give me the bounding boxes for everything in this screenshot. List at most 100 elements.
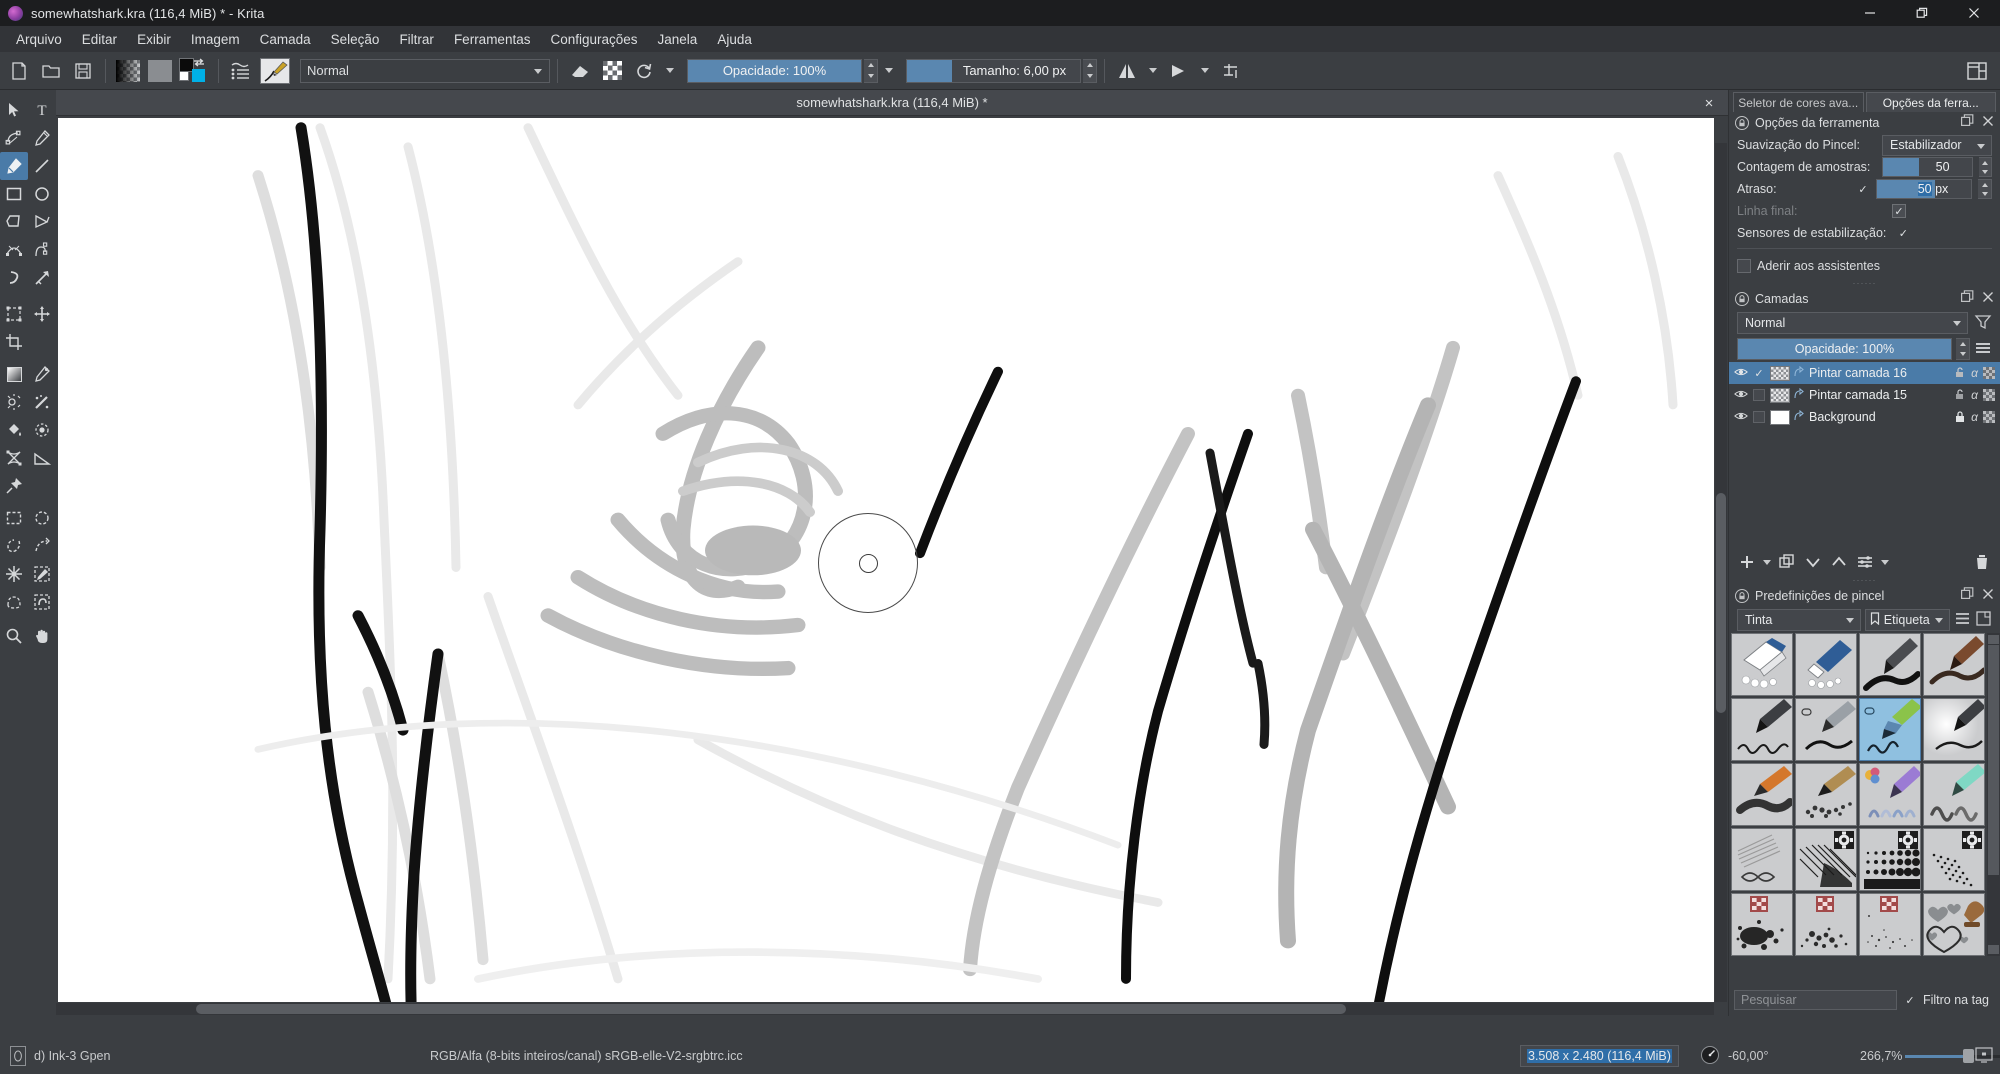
smart-patch-tool[interactable] <box>28 388 56 416</box>
layer-checkbox[interactable] <box>1753 389 1765 401</box>
finish-line-checkbox[interactable]: ✓ <box>1892 204 1906 218</box>
layer-checkbox[interactable] <box>1753 411 1765 423</box>
rectangular-select-tool[interactable] <box>0 504 28 532</box>
gradient-swatch[interactable] <box>113 56 143 86</box>
bezier-curve-tool[interactable] <box>0 236 28 264</box>
brush-presets-dock-grip[interactable]: ······ <box>1729 576 2000 585</box>
pan-tool[interactable] <box>28 622 56 650</box>
layer-opacity-field[interactable]: Opacidade: 100% <box>1737 338 1952 360</box>
zoom-tool[interactable] <box>0 622 28 650</box>
drawing-canvas[interactable] <box>58 118 1714 1002</box>
brush-outline-icon[interactable] <box>10 1046 26 1066</box>
bezier-select-tool[interactable] <box>0 588 28 616</box>
layer-alpha-icon[interactable]: α <box>1971 366 1978 380</box>
ink-3-gpen-preset[interactable] <box>1859 698 1921 761</box>
polygonal-select-tool[interactable] <box>28 532 56 560</box>
enclose-fill-tool[interactable] <box>28 416 56 444</box>
layer-inherit-alpha-icon[interactable] <box>1983 411 1995 423</box>
menu-selecao[interactable]: Seleção <box>321 28 390 51</box>
select-shapes-tool[interactable] <box>0 96 28 124</box>
move-layer-down-button[interactable] <box>1801 550 1825 574</box>
similar-color-select-tool[interactable] <box>28 560 56 588</box>
menu-editar[interactable]: Editar <box>72 28 127 51</box>
tag-filter-checkbox[interactable]: ✓ <box>1903 993 1917 1007</box>
menu-arquivo[interactable]: Arquivo <box>6 28 72 51</box>
eraser-toggle-icon[interactable] <box>565 56 595 86</box>
mesh-gradient-tool[interactable] <box>0 444 28 472</box>
duplicate-layer-button[interactable] <box>1775 550 1799 574</box>
move-tool[interactable] <box>28 300 56 328</box>
tab-tool-options[interactable]: Opções da ferra... <box>1865 92 1996 112</box>
layer-opacity-stepper[interactable] <box>1956 338 1970 360</box>
layer-properties-dropdown[interactable] <box>1879 550 1891 574</box>
move-layer-up-button[interactable] <box>1827 550 1851 574</box>
texture-halftone-preset[interactable] <box>1859 828 1921 891</box>
brush-tag-button[interactable]: Etiqueta <box>1864 609 1950 631</box>
fill-tool[interactable] <box>0 416 28 444</box>
add-layer-dropdown[interactable] <box>1761 550 1773 574</box>
wrap-around-icon[interactable] <box>1216 56 1246 86</box>
document-tab[interactable]: somewhatshark.kra (116,4 MiB) * × <box>56 90 1728 116</box>
filter-funnel-icon[interactable] <box>1974 313 1992 334</box>
foreground-background-colors[interactable] <box>177 56 211 86</box>
calligraphy-tool[interactable] <box>28 124 56 152</box>
restore-button[interactable] <box>1896 0 1948 26</box>
preset-grid-view-icon[interactable] <box>1975 610 1992 630</box>
brush-smoothing-combo[interactable]: Estabilizador <box>1882 134 1992 156</box>
eraser-soft-preset[interactable] <box>1731 633 1793 696</box>
dock-lock-icon[interactable] <box>1735 116 1749 130</box>
mirror-horizontal-dropdown[interactable] <box>1144 58 1162 84</box>
layer-visibility-icon[interactable] <box>1734 366 1748 381</box>
blending-mode-combo[interactable]: Normal <box>300 58 550 83</box>
preset-list-view-icon[interactable] <box>1954 610 1971 630</box>
canvas-rotation-group[interactable]: -60,00° <box>1700 1045 1768 1068</box>
ink-ballpoint-preset[interactable] <box>1859 633 1921 696</box>
layer-blend-combo[interactable]: Normal <box>1737 312 1968 334</box>
delay-field[interactable]: 50 px <box>1876 179 1972 199</box>
scroll-down-arrow[interactable] <box>1988 945 1999 954</box>
current-brush-preset[interactable] <box>258 56 292 86</box>
polyline-tool[interactable] <box>28 208 56 236</box>
workspace-chooser-icon[interactable] <box>1962 56 1992 86</box>
ink-soft-preset[interactable] <box>1923 698 1985 761</box>
close-dock-icon[interactable] <box>1982 290 1994 308</box>
menu-ajuda[interactable]: Ajuda <box>707 28 762 51</box>
layer-checkbox[interactable]: ✓ <box>1753 366 1765 380</box>
spray-fine-preset[interactable] <box>1859 893 1921 956</box>
close-dock-icon[interactable] <box>1982 587 1994 605</box>
magic-wand-select-tool[interactable] <box>0 560 28 588</box>
menu-janela[interactable]: Janela <box>648 28 708 51</box>
spray-speckle-preset[interactable] <box>1795 893 1857 956</box>
size-stepper[interactable] <box>1083 58 1097 83</box>
layer-locked-icon[interactable] <box>1955 411 1966 423</box>
sample-count-stepper[interactable] <box>1978 157 1992 177</box>
tab-advanced-color-selector[interactable]: Seletor de cores ava... <box>1733 92 1864 112</box>
layer-alpha-icon[interactable]: α <box>1971 388 1978 402</box>
sketch-hairy-preset[interactable] <box>1731 828 1793 891</box>
layer-visibility-icon[interactable] <box>1734 388 1748 403</box>
horizontal-scroll-thumb[interactable] <box>196 1004 1346 1014</box>
text-tool[interactable]: T <box>28 96 56 124</box>
reload-preset-icon[interactable] <box>629 56 659 86</box>
color-sampler-tool[interactable] <box>28 360 56 388</box>
layer-inherit-alpha-icon[interactable] <box>1983 367 1995 379</box>
edit-shapes-tool[interactable] <box>0 124 28 152</box>
close-button[interactable] <box>1948 0 2000 26</box>
freehand-select-tool[interactable] <box>0 532 28 560</box>
stabilizer-sensors-checkbox[interactable]: ✓ <box>1896 226 1910 240</box>
sample-count-field[interactable]: 50 <box>1882 157 1973 177</box>
layer-row-background[interactable]: Background α <box>1729 406 2000 428</box>
ink-gpen-preset[interactable] <box>1731 698 1793 761</box>
minimize-button[interactable] <box>1844 0 1896 26</box>
opacity-slider[interactable]: Opacidade: 100% <box>687 58 862 83</box>
marker-multi-preset[interactable] <box>1859 763 1921 826</box>
brush-presets-list-icon[interactable] <box>226 56 256 86</box>
layer-visibility-icon[interactable] <box>1734 410 1748 425</box>
colorize-mask-tool[interactable] <box>0 388 28 416</box>
layer-properties-button[interactable] <box>1853 550 1877 574</box>
dock-lock-icon[interactable] <box>1735 292 1749 306</box>
rotation-dial-icon[interactable] <box>1700 1045 1720 1068</box>
add-layer-button[interactable] <box>1735 550 1759 574</box>
rectangle-tool[interactable] <box>0 180 28 208</box>
layer-alpha-icon[interactable]: α <box>1971 410 1978 424</box>
